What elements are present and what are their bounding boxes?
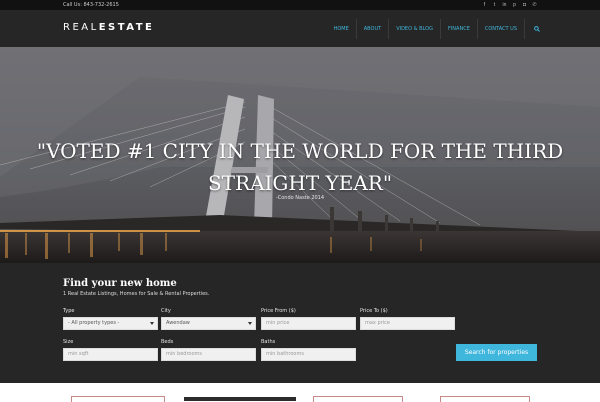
nav-home[interactable]: HOME <box>327 19 356 39</box>
nav-about[interactable]: ABOUT <box>355 19 388 39</box>
listing-card-edge <box>313 396 403 402</box>
hero-banner: "VOTED #1 CITY IN THE WORLD FOR THE THIR… <box>0 47 600 263</box>
city-value: Awendaw <box>166 320 190 326</box>
size-input[interactable]: min sqft <box>63 348 158 361</box>
baths-label: Baths <box>261 339 276 345</box>
facebook-icon[interactable]: f <box>482 0 487 10</box>
city-select[interactable]: Awendaw <box>161 317 256 330</box>
instagram-icon[interactable]: ◘ <box>522 0 527 10</box>
size-field: Size min sqft <box>63 338 158 361</box>
site-header: REALESTATE HOME ABOUT VIDEO & BLOG FINAN… <box>0 10 600 47</box>
social-links: f t in p ◘ ✆ <box>482 0 537 10</box>
search-properties-button[interactable]: Search for properties <box>456 344 537 361</box>
linkedin-icon[interactable]: in <box>502 0 507 10</box>
type-field: Type - All property types - <box>63 307 158 330</box>
price-from-field: Price From ($) min price <box>261 307 356 330</box>
city-field: City Awendaw <box>161 307 256 330</box>
logo-part-real: REAL <box>63 22 99 33</box>
city-label: City <box>161 308 171 314</box>
beds-field: Beds min bedrooms <box>161 338 256 361</box>
logo-part-estate: ESTATE <box>98 22 155 33</box>
hero-quote: "VOTED #1 CITY IN THE WORLD FOR THE THIR… <box>0 135 600 199</box>
nav-video-blog[interactable]: VIDEO & BLOG <box>388 19 440 39</box>
search-title: Find your new home <box>63 278 177 289</box>
search-subtitle: 1 Real Estate Listings, Homes for Sale &… <box>63 291 210 297</box>
price-to-input[interactable]: max price <box>360 317 455 330</box>
baths-field: Baths min bathrooms <box>261 338 356 361</box>
listing-card-edge <box>440 396 530 402</box>
hero-quote-line-1: "VOTED #1 CITY IN THE WORLD FOR THE THIR… <box>36 139 564 163</box>
hero-quote-source: -Condo Naste 2014 <box>275 195 325 201</box>
chevron-down-icon <box>150 322 154 325</box>
price-to-field: Price To ($) max price <box>360 307 455 330</box>
main-nav: HOME ABOUT VIDEO & BLOG FINANCE CONTACT … <box>327 19 540 39</box>
phone-number: Call Us: 843-732-2615 <box>63 2 119 8</box>
listing-section-top <box>0 383 600 402</box>
nav-finance[interactable]: FINANCE <box>439 19 477 39</box>
top-bar: Call Us: 843-732-2615 f t in p ◘ ✆ <box>0 0 600 10</box>
chevron-down-icon <box>248 322 252 325</box>
search-icon[interactable] <box>524 19 540 39</box>
price-from-input[interactable]: min price <box>261 317 356 330</box>
price-to-label: Price To ($) <box>360 308 388 314</box>
type-label: Type <box>63 308 75 314</box>
price-from-label: Price From ($) <box>261 308 296 314</box>
listing-card-edge <box>71 396 165 402</box>
beds-input[interactable]: min bedrooms <box>161 348 256 361</box>
nav-contact-us[interactable]: CONTACT US <box>476 19 524 39</box>
type-value: - All property types - <box>68 320 120 326</box>
property-search-panel: Find your new home 1 Real Estate Listing… <box>0 263 600 383</box>
baths-input[interactable]: min bathrooms <box>261 348 356 361</box>
beds-label: Beds <box>161 339 174 345</box>
twitter-icon[interactable]: t <box>492 0 497 10</box>
type-select[interactable]: - All property types - <box>63 317 158 330</box>
site-logo[interactable]: REALESTATE <box>63 22 154 34</box>
pinterest-icon[interactable]: p <box>512 0 517 10</box>
phone-icon[interactable]: ✆ <box>532 0 537 10</box>
listing-card-edge-dark <box>184 397 296 401</box>
size-label: Size <box>63 339 74 345</box>
